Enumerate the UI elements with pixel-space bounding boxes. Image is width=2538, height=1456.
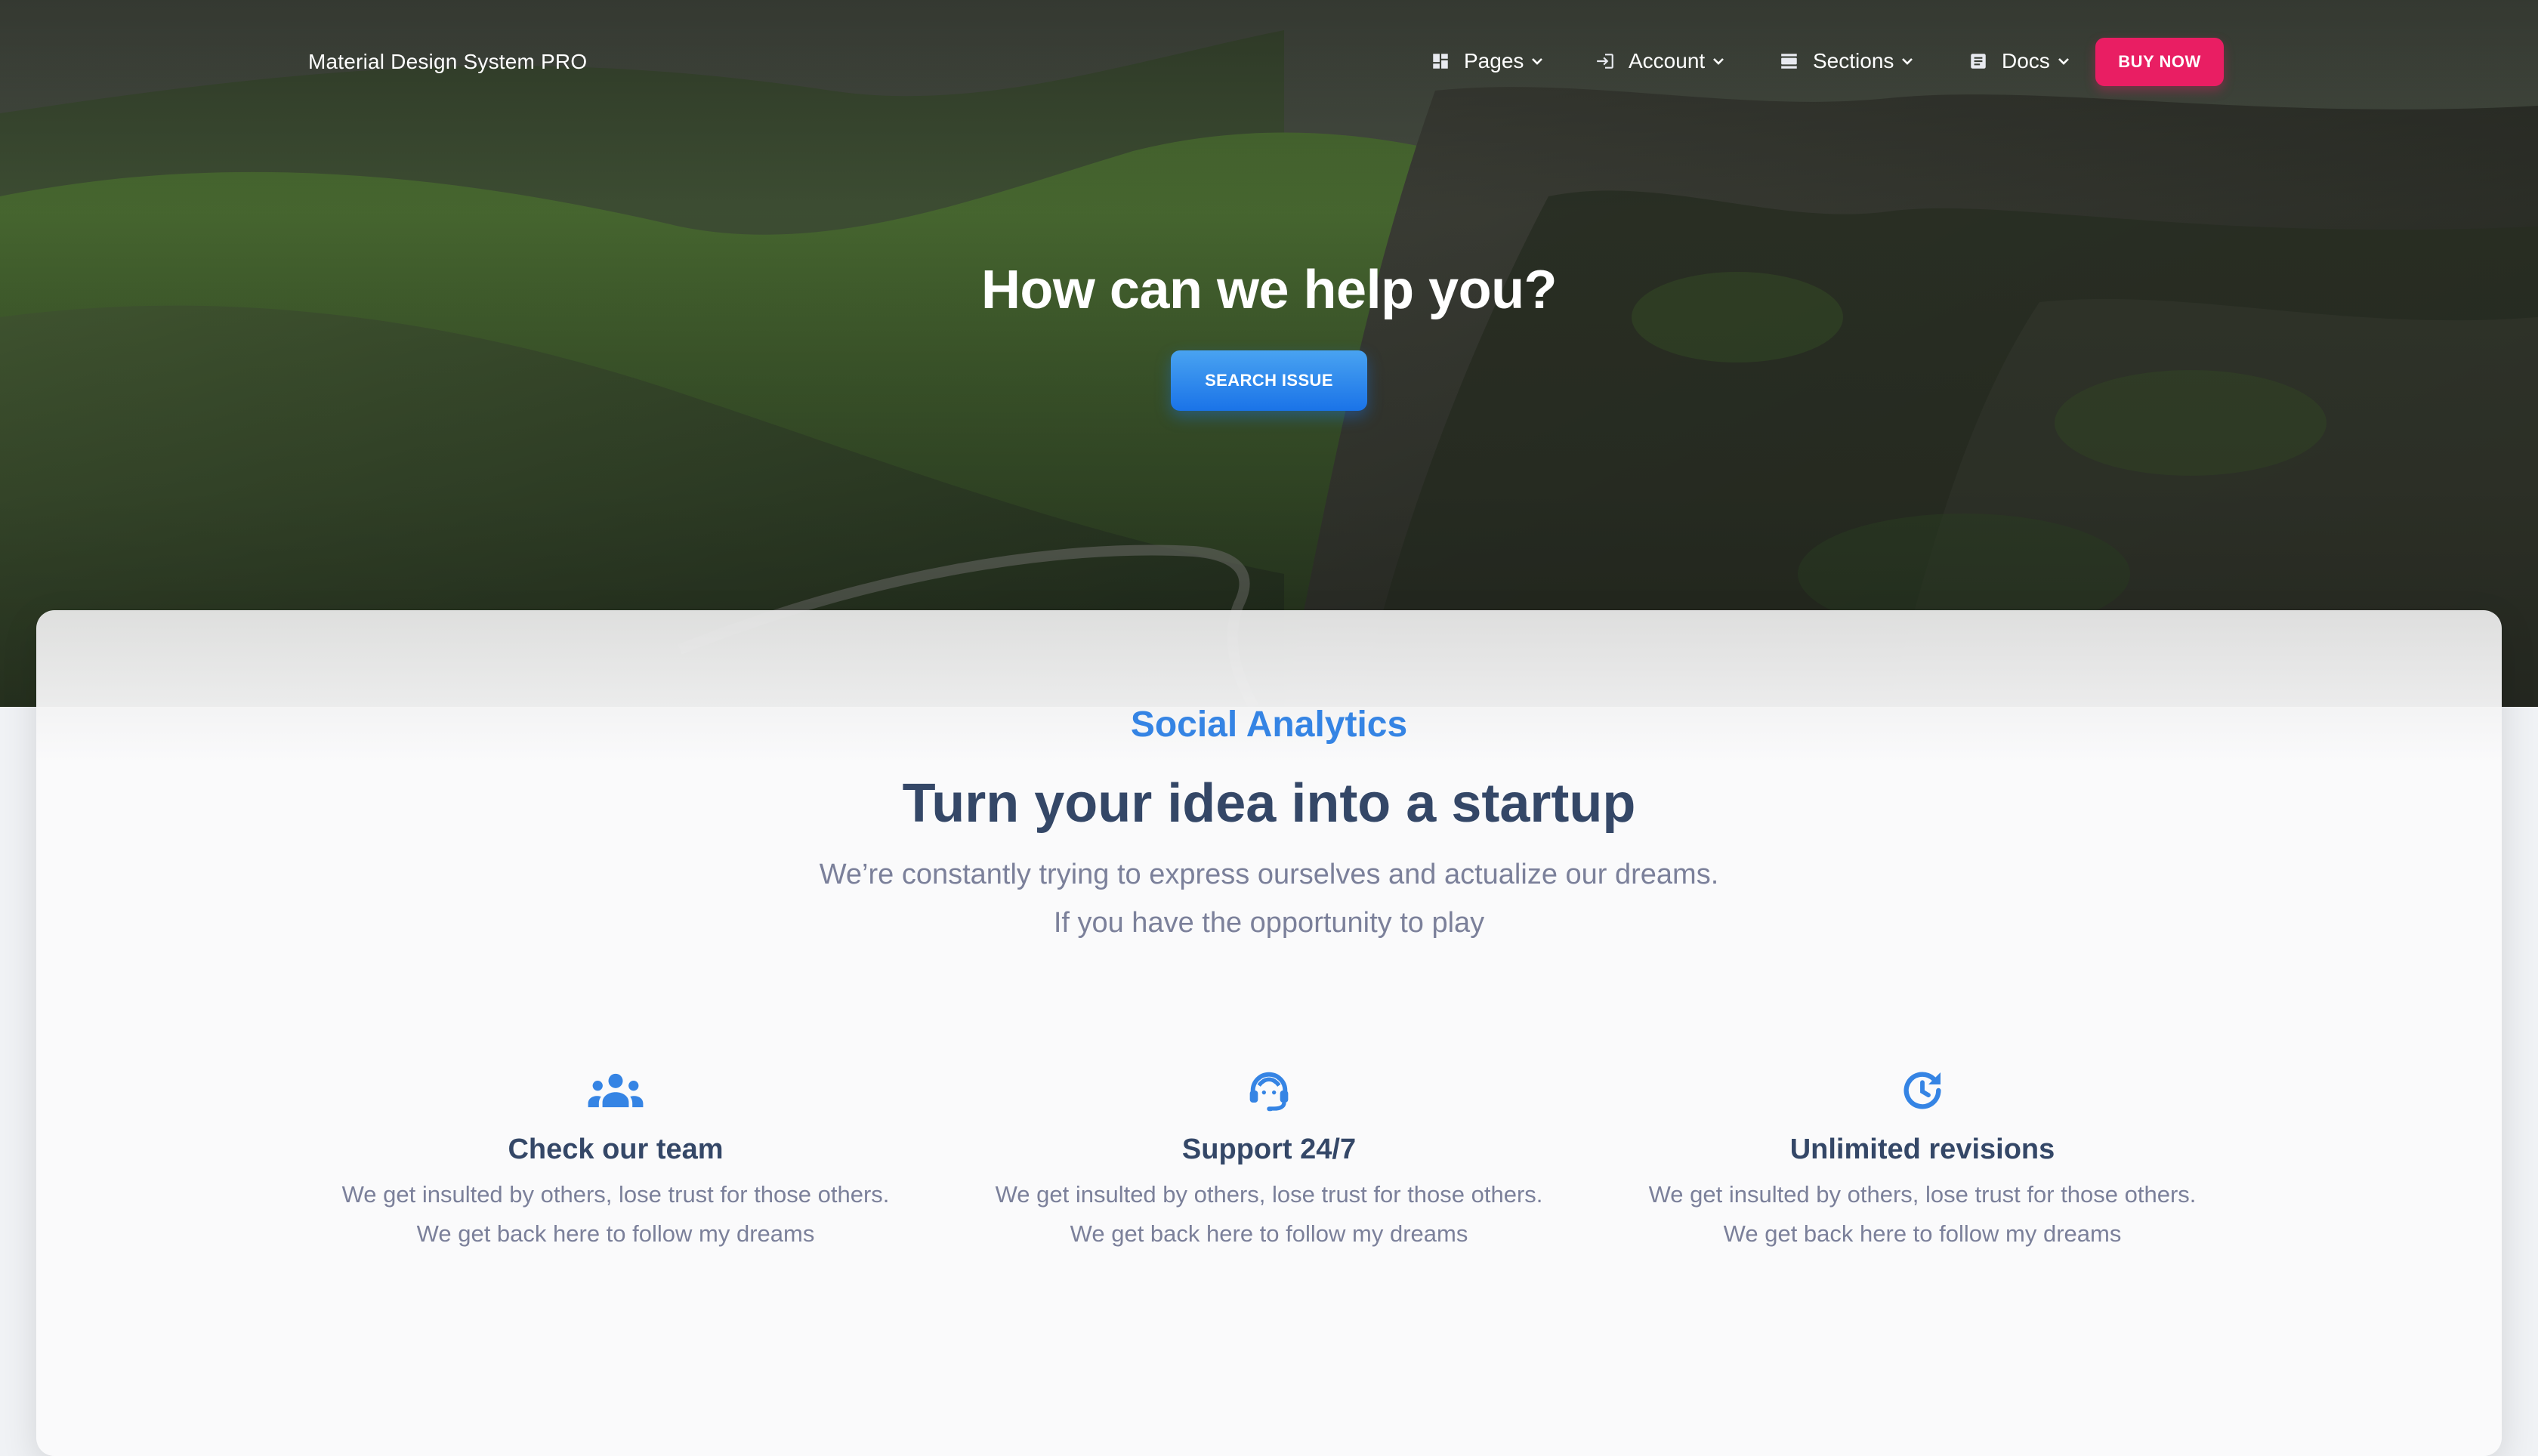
feature-line: We get insulted by others, lose trust fo… <box>1648 1181 2197 1208</box>
content-card: Social Analytics Turn your idea into a s… <box>36 610 2502 1456</box>
feature-title: Unlimited revisions <box>1789 1134 2055 1165</box>
view-day-icon <box>1778 50 1801 72</box>
nav-item-label: Sections <box>1813 49 1894 72</box>
nav-item-pages[interactable]: Pages <box>1420 36 1555 86</box>
feature-description: We get insulted by others, lose trust fo… <box>321 1175 910 1254</box>
nav-item-label: Docs <box>2002 49 2050 72</box>
nav-item-docs[interactable]: Docs <box>1958 36 2082 86</box>
section-subtitle: We’re constantly trying to express ourse… <box>36 850 2502 947</box>
search-issue-button[interactable]: SEARCH ISSUE <box>1171 350 1367 411</box>
groups-icon <box>585 1066 646 1115</box>
article-icon <box>1967 50 1990 72</box>
feature-description: We get insulted by others, lose trust fo… <box>974 1175 1564 1254</box>
chevron-down-icon <box>1709 52 1728 70</box>
feature-title: Check our team <box>508 1134 724 1165</box>
feature-line: We get back here to follow my dreams <box>416 1220 815 1247</box>
support-agent-icon <box>1239 1066 1299 1115</box>
feature-title: Support 24/7 <box>1181 1134 1357 1165</box>
feature-line: We get insulted by others, lose trust fo… <box>995 1181 1543 1208</box>
subtitle-line: If you have the opportunity to play <box>1053 907 1485 939</box>
hero-section: Material Design System PRO Pages Account <box>0 0 2538 707</box>
feature-support-24-7: Support 24/7 We get insulted by others, … <box>974 1066 1564 1254</box>
features-row: Check our team We get insulted by others… <box>36 1066 2502 1308</box>
brand-link[interactable]: Material Design System PRO <box>308 48 587 76</box>
chevron-down-icon <box>1528 52 1546 70</box>
feature-line: We get back here to follow my dreams <box>1070 1220 1468 1247</box>
nav-item-label: Pages <box>1464 49 1524 72</box>
section-title: Turn your idea into a startup <box>902 773 1636 834</box>
feature-line: We get back here to follow my dreams <box>1723 1220 2122 1247</box>
login-icon <box>1594 50 1616 72</box>
nav-item-label: Account <box>1629 49 1706 72</box>
nav-item-sections[interactable]: Sections <box>1769 36 1925 86</box>
feature-description: We get insulted by others, lose trust fo… <box>1628 1175 2217 1254</box>
navbar: Material Design System PRO Pages Account <box>0 0 2538 124</box>
feature-line: We get insulted by others, lose trust fo… <box>341 1181 890 1208</box>
feature-unlimited-revisions: Unlimited revisions We get insulted by o… <box>1628 1066 2217 1254</box>
buy-now-button[interactable]: BUY NOW <box>2095 38 2224 86</box>
subtitle-line: We’re constantly trying to express ourse… <box>819 859 1719 890</box>
nav-item-account[interactable]: Account <box>1585 36 1737 86</box>
chevron-down-icon <box>2055 52 2073 70</box>
update-icon <box>1892 1066 1953 1115</box>
feature-check-our-team: Check our team We get insulted by others… <box>321 1066 910 1254</box>
section-eyebrow: Social Analytics <box>1130 705 1408 745</box>
hero-title: How can we help you? <box>980 260 1558 320</box>
chevron-down-icon <box>1898 52 1916 70</box>
dashboard-icon <box>1429 50 1452 72</box>
